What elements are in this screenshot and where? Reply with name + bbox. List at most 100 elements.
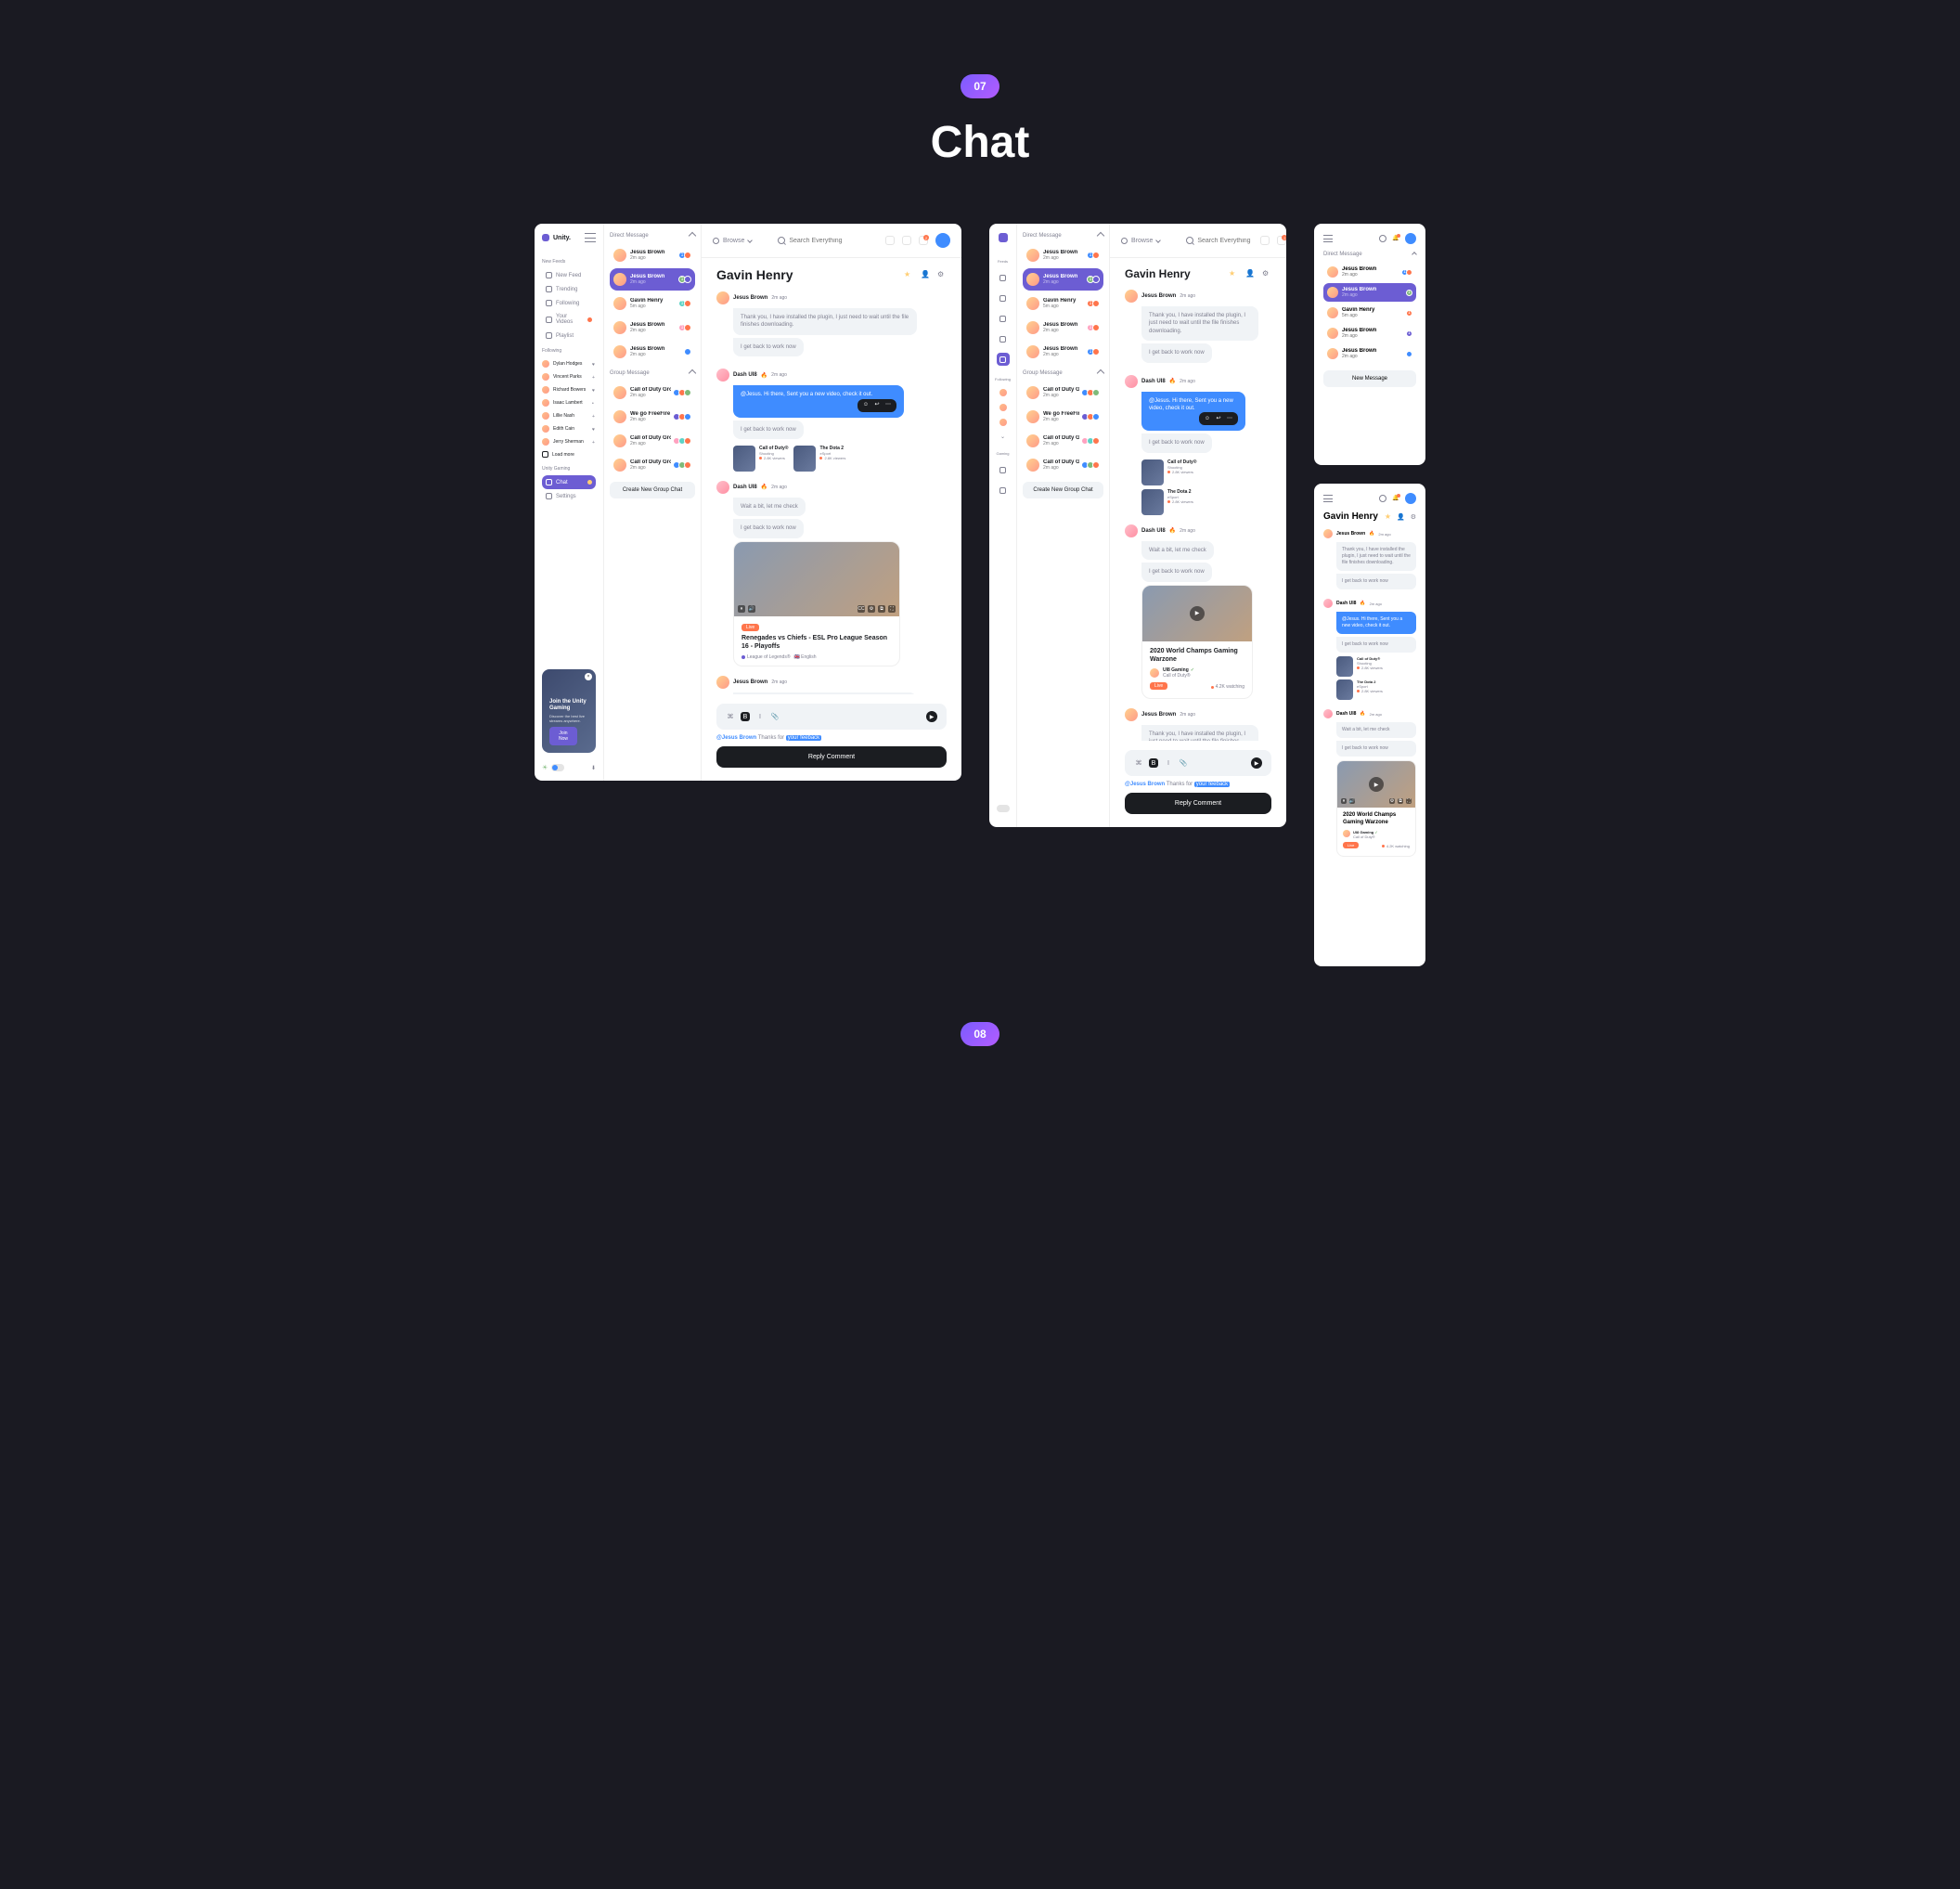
- nav-following[interactable]: Following: [542, 296, 596, 310]
- play-icon[interactable]: ▶: [1190, 606, 1205, 621]
- group-item[interactable]: Call of Duty Group2m ago: [1023, 382, 1103, 404]
- game-card[interactable]: The Dota 2eSport2.8K viewers: [1141, 489, 1271, 515]
- more-icon[interactable]: ⋯: [884, 402, 892, 409]
- emoji-icon[interactable]: ☺: [1204, 415, 1211, 422]
- menu-icon[interactable]: [1323, 235, 1333, 242]
- reply-text[interactable]: @Jesus Brown Thanks for your feeback: [1125, 782, 1271, 787]
- bold-icon[interactable]: B: [741, 712, 750, 721]
- dm-item[interactable]: Jesus Brown2m ago1: [1323, 263, 1416, 281]
- subtitle-icon[interactable]: CC: [858, 605, 865, 613]
- bold-icon[interactable]: B: [1149, 758, 1158, 768]
- group-header[interactable]: Group Message: [610, 370, 695, 376]
- logo-icon[interactable]: [999, 233, 1008, 242]
- dm-item[interactable]: Jesus Brown2m ago1: [610, 317, 695, 339]
- user-avatar[interactable]: [1405, 233, 1416, 244]
- messages[interactable]: Jesus Brown🔥2m ago Thank you, I have ins…: [1323, 529, 1416, 957]
- user-icon[interactable]: 👤: [1397, 513, 1405, 521]
- nav-chat[interactable]: Chat: [542, 475, 596, 489]
- emoji-icon[interactable]: ☺: [862, 402, 870, 409]
- theme-toggle[interactable]: [997, 805, 1010, 812]
- game-card[interactable]: The Dota 2eSport2.8K viewers: [793, 446, 845, 472]
- follow-item[interactable]: Dylan Hodges♥: [542, 357, 596, 370]
- user-avatar[interactable]: [1405, 493, 1416, 504]
- reply-icon[interactable]: ↩: [873, 402, 881, 409]
- more-icon[interactable]: ⋯: [1226, 415, 1233, 422]
- gear-icon[interactable]: ⚙: [1262, 269, 1271, 278]
- dm-item[interactable]: Jesus Brown2m ago: [1323, 344, 1416, 363]
- follow-item[interactable]: Richard Bowers♥: [542, 383, 596, 396]
- pip-icon[interactable]: ⧉: [878, 605, 885, 613]
- chevron-down-icon[interactable]: ⌄: [1000, 433, 1005, 440]
- nav-videos[interactable]: [997, 332, 1010, 345]
- theme-toggle[interactable]: [551, 764, 564, 771]
- bell-icon[interactable]: 🔔: [1392, 495, 1399, 502]
- pause-icon[interactable]: ⏸: [738, 605, 745, 613]
- nav-settings[interactable]: [997, 484, 1010, 497]
- download-icon[interactable]: ⬇: [591, 765, 596, 771]
- follow-item[interactable]: Vincent Parks+: [542, 370, 596, 383]
- video-card[interactable]: ▶ 2020 World Champs Gaming Warzone UI8 G…: [1141, 585, 1253, 699]
- group-item[interactable]: Call of Duty Group2m ago: [610, 430, 695, 452]
- star-icon[interactable]: ★: [1229, 269, 1238, 278]
- volume-icon[interactable]: 🔊: [1349, 798, 1355, 804]
- new-group-button[interactable]: Create New Group Chat: [610, 482, 695, 498]
- game-card[interactable]: The Dota 2eSport2.8K viewers: [1336, 679, 1416, 700]
- dm-header[interactable]: Direct Message: [1323, 252, 1416, 257]
- reply-text[interactable]: @Jesus Brown Thanks for your feeback: [716, 735, 947, 741]
- attach-icon[interactable]: 📎: [1179, 758, 1188, 768]
- messages[interactable]: Jesus Brown2m ago Thank you, I have inst…: [702, 291, 961, 694]
- group-header[interactable]: Group Message: [1023, 370, 1103, 376]
- menu-icon[interactable]: [1323, 495, 1333, 502]
- video-card[interactable]: ⏸🔊 CC⚙⧉⛶ Live Renegades vs Chiefs - ESL …: [733, 541, 900, 666]
- play-icon[interactable]: ▶: [1369, 777, 1384, 792]
- text-format-icon[interactable]: ⌘: [726, 712, 735, 721]
- game-card[interactable]: Call of Duty®Shooting2.8K viewers: [733, 446, 788, 472]
- avatar[interactable]: [999, 389, 1007, 396]
- reply-button[interactable]: Reply Comment: [1125, 793, 1271, 814]
- search-icon[interactable]: [1379, 235, 1386, 242]
- settings-icon[interactable]: ⚙: [1389, 798, 1395, 804]
- reply-icon[interactable]: ↩: [1215, 415, 1222, 422]
- nav-new-feed[interactable]: New Feed: [542, 268, 596, 282]
- game-card[interactable]: Call of Duty®Shooting2.8K viewers: [1141, 459, 1271, 485]
- reply-button[interactable]: Reply Comment: [716, 746, 947, 768]
- browse-button[interactable]: Browse: [713, 238, 752, 244]
- pip-icon[interactable]: ⧉: [1398, 798, 1403, 804]
- dm-item[interactable]: Jesus Brown2m ago1: [1023, 244, 1103, 266]
- follow-item[interactable]: Edith Cain♥: [542, 422, 596, 435]
- bell-icon[interactable]: 2: [919, 236, 928, 245]
- dm-item[interactable]: Jesus Brown2m ago1: [1023, 341, 1103, 363]
- gear-icon[interactable]: ⚙: [1411, 513, 1416, 521]
- group-item[interactable]: We go FreeFire2m ago: [610, 406, 695, 428]
- menu-toggle-icon[interactable]: [585, 233, 596, 242]
- pause-icon[interactable]: ⏸: [1341, 798, 1347, 804]
- new-message-button[interactable]: New Message: [1323, 370, 1416, 387]
- search-input[interactable]: [789, 238, 863, 244]
- group-item[interactable]: We go FreeFire2m ago: [1023, 406, 1103, 428]
- logo[interactable]: Unity.: [542, 233, 596, 242]
- dm-header[interactable]: Direct Message: [1023, 233, 1103, 239]
- dm-item[interactable]: Jesus Brown2m ago1: [1023, 317, 1103, 339]
- nav-new-feed[interactable]: [997, 271, 1010, 284]
- fullscreen-icon[interactable]: ⛶: [888, 605, 896, 613]
- volume-icon[interactable]: 🔊: [748, 605, 755, 613]
- close-icon[interactable]: ×: [585, 673, 592, 680]
- group-item[interactable]: Call of Duty Group2m ago: [610, 382, 695, 404]
- search-icon[interactable]: [1379, 495, 1386, 502]
- dm-item[interactable]: Jesus Brown2m ago: [610, 341, 695, 363]
- avatar[interactable]: [999, 404, 1007, 411]
- messages[interactable]: Jesus Brown2m ago Thank you, I have inst…: [1110, 290, 1286, 741]
- dm-item[interactable]: Jesus Brown2m ago1: [610, 244, 695, 266]
- fullscreen-icon[interactable]: ⛶: [1406, 798, 1412, 804]
- text-format-icon[interactable]: ⌘: [1134, 758, 1143, 768]
- gear-icon[interactable]: ⚙: [937, 270, 947, 279]
- italic-icon[interactable]: I: [755, 712, 765, 721]
- browse-button[interactable]: Browse: [1121, 238, 1160, 244]
- settings-icon[interactable]: ⚙: [868, 605, 875, 613]
- bag-icon[interactable]: [1260, 236, 1270, 245]
- user-icon[interactable]: 👤: [1245, 269, 1255, 278]
- dm-item[interactable]: Jesus Brown2m ago1: [610, 268, 695, 291]
- user-avatar[interactable]: [935, 233, 950, 248]
- user-icon[interactable]: 👤: [921, 270, 930, 279]
- load-more[interactable]: Load more: [542, 448, 596, 460]
